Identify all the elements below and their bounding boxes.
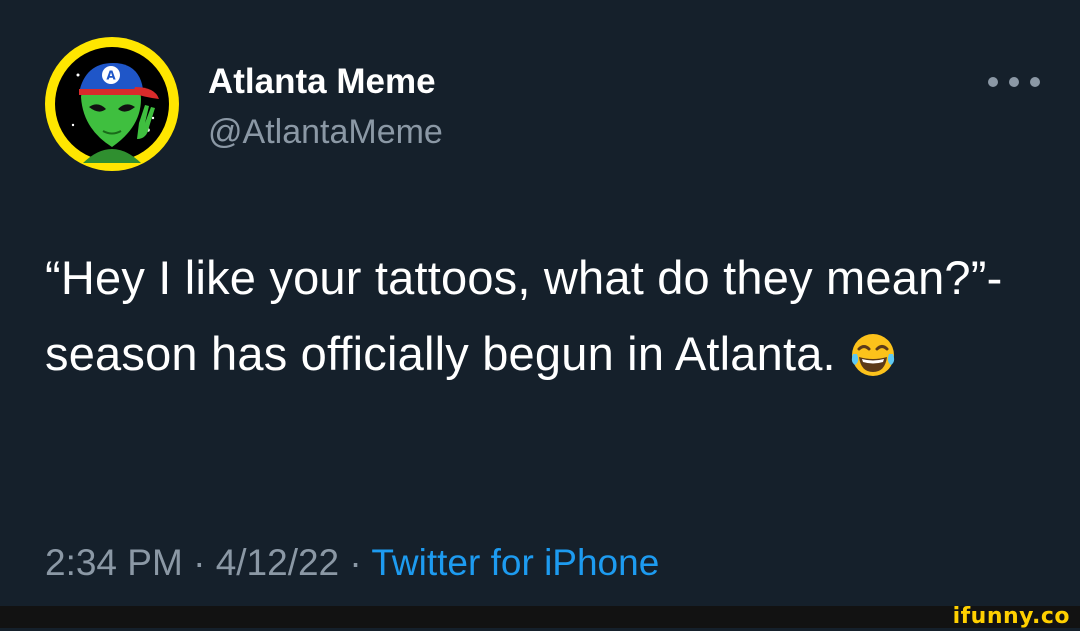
tweet-meta: 2:34 PM · 4/12/22 · Twitter for iPhone <box>45 538 659 588</box>
svg-text:A: A <box>106 69 116 83</box>
watermark-bar: ifunny.co <box>0 604 1080 629</box>
tweet-source-link[interactable]: Twitter for iPhone <box>371 542 659 583</box>
more-dot <box>1009 77 1019 87</box>
more-options-icon[interactable] <box>988 72 1040 92</box>
author-handle[interactable]: @AtlantaMeme <box>208 110 443 154</box>
tweet-body: “Hey I like your tattoos, what do they m… <box>45 240 1045 392</box>
tweet-time[interactable]: 2:34 PM <box>45 542 183 583</box>
tweet-date[interactable]: 4/12/22 <box>216 542 339 583</box>
meta-separator: · <box>349 542 362 583</box>
more-dot <box>988 77 998 87</box>
face-with-tears-of-joy-icon <box>851 334 894 376</box>
alien-avatar-icon[interactable]: A <box>43 35 181 173</box>
author-display-name[interactable]: Atlanta Meme <box>208 60 436 104</box>
tweet-card: A Atlanta Meme @AtlantaMeme “Hey I like … <box>0 0 1080 606</box>
ifunny-watermark: ifunny.co <box>952 604 1070 629</box>
meta-separator: · <box>193 542 206 583</box>
more-dot <box>1030 77 1040 87</box>
